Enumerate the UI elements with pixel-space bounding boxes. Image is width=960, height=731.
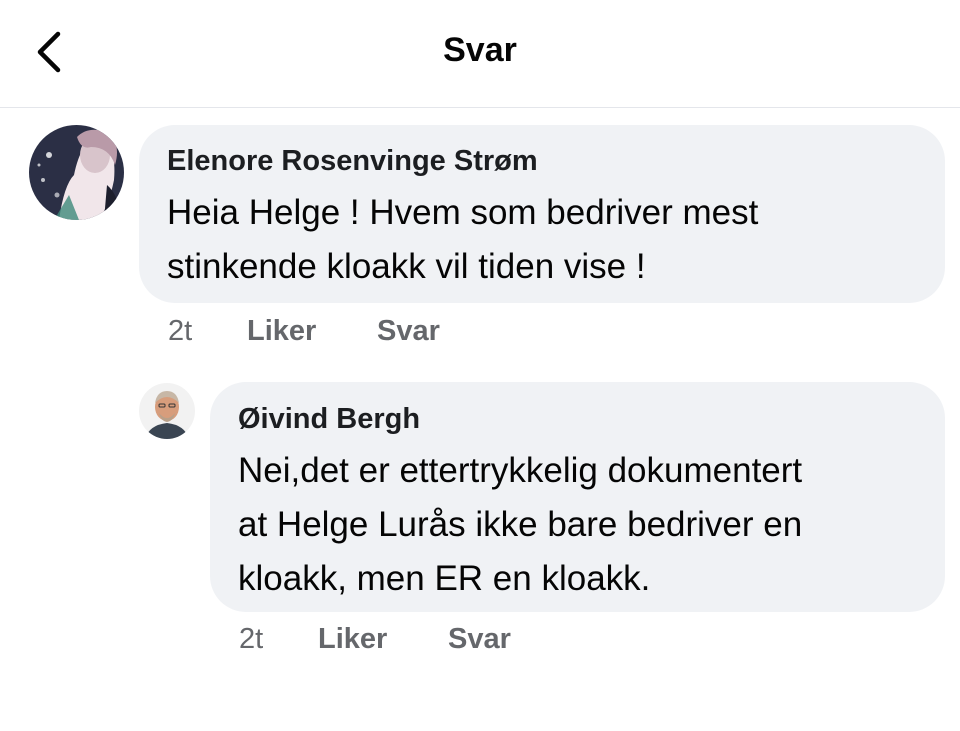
page-title: Svar (443, 31, 517, 69)
comment-author[interactable]: Elenore Rosenvinge Strøm (167, 145, 538, 178)
reply-text-line: kloakk, men ER en kloakk. (238, 559, 651, 598)
reply-text: Nei,det er ettertrykkelig dokumentert at… (238, 444, 802, 606)
reply-reply-button[interactable]: Svar (448, 623, 511, 656)
avatar[interactable] (29, 125, 124, 220)
reply-button[interactable]: Svar (377, 315, 440, 348)
reply-author[interactable]: Øivind Bergh (238, 403, 420, 436)
reply-timestamp: 2t (239, 623, 264, 655)
reply-text-line: Nei,det er ettertrykkelig dokumentert (238, 451, 803, 490)
comment-timestamp: 2t (168, 315, 193, 347)
comment-text-line: stinkende kloakk vil tiden vise ! (167, 247, 646, 286)
reply-bubble[interactable]: Øivind Bergh Nei,det er ettertrykkelig d… (210, 382, 945, 612)
avatar[interactable] (139, 383, 195, 439)
reply-like-button[interactable]: Liker (318, 623, 387, 656)
comment-text: Heia Helge ! Hvem som bedriver mest stin… (167, 186, 758, 294)
comment-bubble[interactable]: Elenore Rosenvinge Strøm Heia Helge ! Hv… (139, 125, 945, 303)
top-bar: Svar (0, 0, 960, 108)
comment-text-line: Heia Helge ! Hvem som bedriver mest (167, 193, 759, 232)
reply-text-line: at Helge Lurås ikke bare bedriver en (238, 505, 803, 544)
like-button[interactable]: Liker (247, 315, 316, 348)
